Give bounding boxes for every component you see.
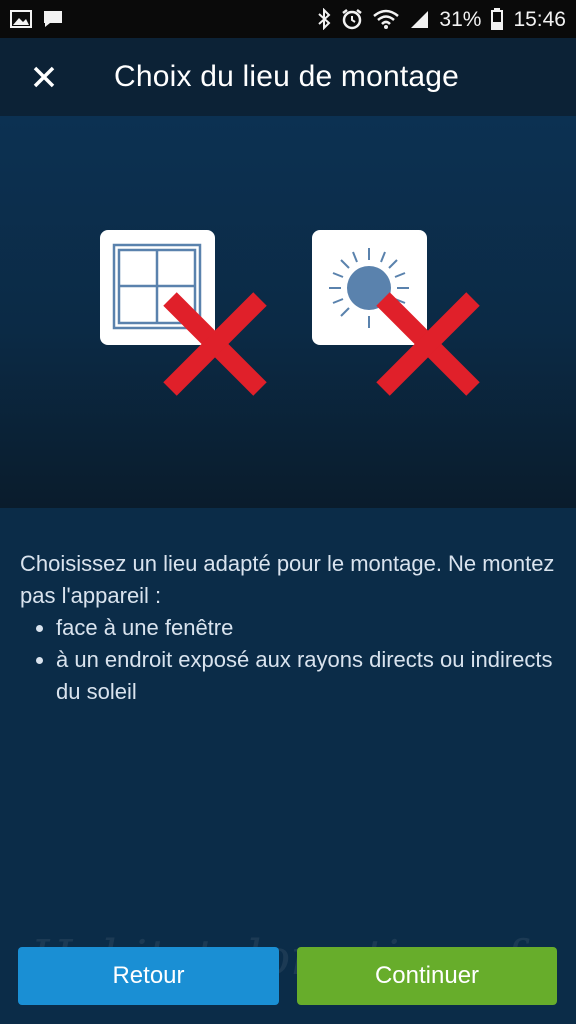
- instructions-intro: Choisissez un lieu adapté pour le montag…: [20, 551, 555, 608]
- status-right: 31% 15:46: [317, 8, 566, 30]
- back-button[interactable]: Retour: [18, 947, 279, 1005]
- close-icon: [33, 66, 55, 88]
- bluetooth-icon: [318, 8, 331, 30]
- status-left: [10, 9, 64, 29]
- list-item: à un endroit exposé aux rayons directs o…: [56, 644, 556, 708]
- gallery-notification-icon: [10, 10, 32, 28]
- battery-icon: [491, 8, 504, 30]
- signal-icon: [411, 11, 429, 28]
- continue-button[interactable]: Continuer: [297, 947, 557, 1005]
- status-bar: 31% 15:46: [0, 0, 576, 38]
- wifi-icon: [373, 9, 400, 29]
- close-button[interactable]: [16, 49, 72, 105]
- instructions: Choisissez un lieu adapté pour le montag…: [20, 548, 556, 708]
- clock: 15:46: [513, 7, 566, 31]
- instructions-list: face à une fenêtre à un endroit exposé a…: [20, 612, 556, 708]
- alarm-icon: [342, 9, 363, 30]
- illustration-svg: [100, 230, 480, 396]
- list-item: face à une fenêtre: [56, 612, 556, 644]
- battery-percentage: 31%: [439, 7, 482, 31]
- page-title: Choix du lieu de montage: [114, 60, 460, 93]
- app-header: Choix du lieu de montage: [0, 38, 576, 116]
- illustration-area: [0, 116, 576, 508]
- message-notification-icon: [44, 11, 62, 27]
